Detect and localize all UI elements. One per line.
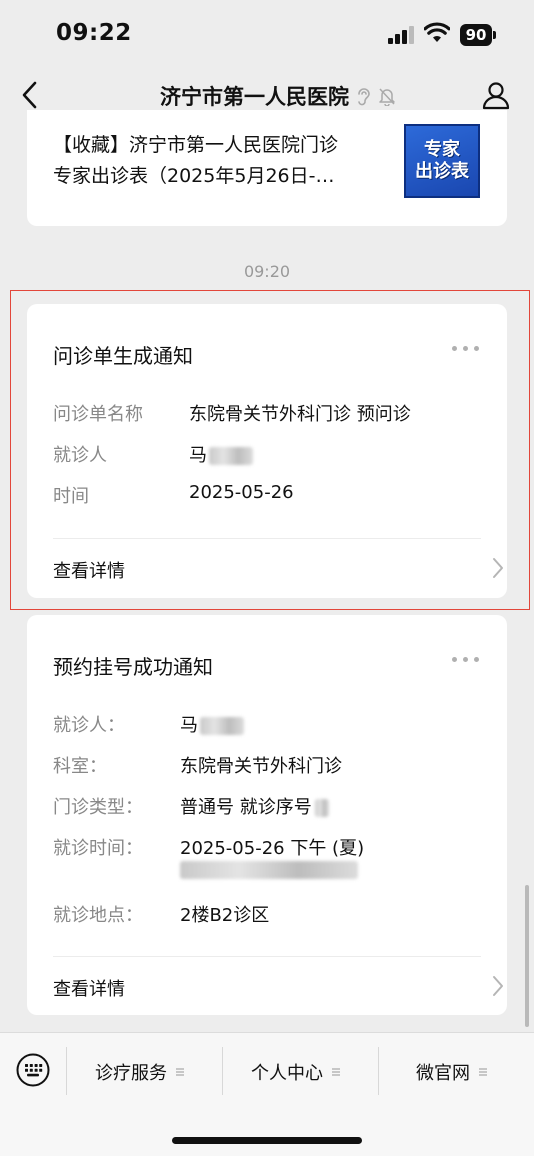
battery-level: 90 — [460, 24, 492, 46]
thumbnail-text-line2: 出诊表 — [415, 161, 469, 182]
status-bar: 09:22 90 — [0, 0, 534, 70]
patient-name-value: 马 — [180, 711, 244, 737]
profile-icon[interactable] — [482, 80, 510, 110]
menu-item-personal-center[interactable]: 个人中心 — [251, 1059, 341, 1085]
article-title-line2: 专家出诊表（2025年5月26日-… — [53, 165, 335, 187]
redacted-text — [314, 799, 329, 817]
battery-icon: 90 — [460, 24, 496, 46]
clinic-type-text: 普通号 就诊序号 — [180, 797, 312, 818]
patient-name-value: 马 — [189, 441, 253, 467]
page-title: 济宁市第一人民医院 — [160, 85, 349, 109]
more-options-icon[interactable] — [452, 346, 480, 354]
view-details-link[interactable]: 查看详情 — [53, 557, 125, 583]
field-label: 问诊单名称 — [53, 404, 143, 425]
submenu-lines-icon — [479, 1068, 487, 1076]
menu-separator — [66, 1047, 67, 1095]
article-title: 【收藏】济宁市第一人民医院门诊 专家出诊表（2025年5月26日-… — [53, 130, 383, 192]
nav-title-group: 济宁市第一人民医院 — [160, 82, 397, 110]
mute-bell-icon — [379, 88, 395, 106]
field-label: 就诊时间： — [53, 838, 143, 859]
clinic-type-value: 普通号 就诊序号 — [180, 793, 329, 819]
appointment-notification-card[interactable]: 预约挂号成功通知 就诊人： 马 科室： 东院骨关节外科门诊 门诊类型： 普通号 … — [27, 615, 507, 1015]
message-timestamp: 09:20 — [243, 262, 291, 281]
field-value: 2025-05-26 下午 (夏) — [180, 838, 365, 859]
field-label: 就诊人 — [53, 445, 107, 466]
home-indicator[interactable] — [172, 1137, 362, 1144]
cellular-signal-icon — [388, 26, 414, 44]
chevron-right-icon — [493, 976, 503, 996]
menu-separator — [222, 1047, 223, 1095]
field-label: 就诊地点： — [53, 905, 143, 926]
article-thumbnail: 专家 出诊表 — [404, 124, 480, 198]
menu-separator — [378, 1047, 379, 1095]
more-options-icon[interactable] — [452, 657, 480, 665]
field-value: 东院骨关节外科门诊 — [180, 756, 342, 777]
field-label: 就诊人： — [53, 715, 125, 736]
field-value: 东院骨关节外科门诊 预问诊 — [189, 404, 411, 425]
field-label: 门诊类型： — [53, 797, 143, 818]
ear-icon — [358, 88, 370, 106]
status-time: 09:22 — [56, 20, 132, 46]
menu-item-treatment-services[interactable]: 诊疗服务 — [95, 1059, 185, 1085]
view-details-link[interactable]: 查看详情 — [53, 975, 125, 1001]
field-value: 2楼B2诊区 — [180, 905, 270, 926]
field-value: 2025-05-26 — [189, 482, 294, 503]
chevron-right-icon — [493, 558, 503, 578]
keyboard-icon[interactable] — [16, 1053, 50, 1087]
redacted-text — [200, 717, 244, 735]
thumbnail-text-line1: 专家 — [424, 139, 460, 160]
submenu-lines-icon — [332, 1068, 340, 1076]
inquiry-notification-card[interactable]: 问诊单生成通知 问诊单名称 东院骨关节外科门诊 预问诊 就诊人 马 时间 202… — [27, 304, 507, 598]
card-title: 问诊单生成通知 — [53, 344, 193, 368]
divider — [53, 538, 481, 539]
card-title: 预约挂号成功通知 — [53, 655, 213, 679]
wifi-icon — [424, 22, 450, 42]
patient-name-text: 马 — [180, 715, 198, 736]
field-label: 科室： — [53, 756, 107, 777]
submenu-lines-icon — [176, 1068, 184, 1076]
menu-item-label: 诊疗服务 — [95, 1063, 167, 1084]
back-arrow-icon[interactable] — [18, 80, 42, 110]
patient-name-text: 马 — [189, 445, 207, 466]
divider — [53, 956, 481, 957]
article-title-line1: 【收藏】济宁市第一人民医院门诊 — [53, 134, 339, 156]
menu-item-micro-website[interactable]: 微官网 — [416, 1059, 488, 1085]
field-label: 时间 — [53, 486, 89, 507]
redacted-text — [209, 447, 253, 465]
menu-item-label: 微官网 — [416, 1063, 470, 1084]
article-card[interactable]: 【收藏】济宁市第一人民医院门诊 专家出诊表（2025年5月26日-… 专家 出诊… — [27, 110, 507, 226]
scrollbar[interactable] — [525, 885, 529, 1027]
redacted-text — [180, 861, 358, 879]
menu-item-label: 个人中心 — [251, 1063, 323, 1084]
